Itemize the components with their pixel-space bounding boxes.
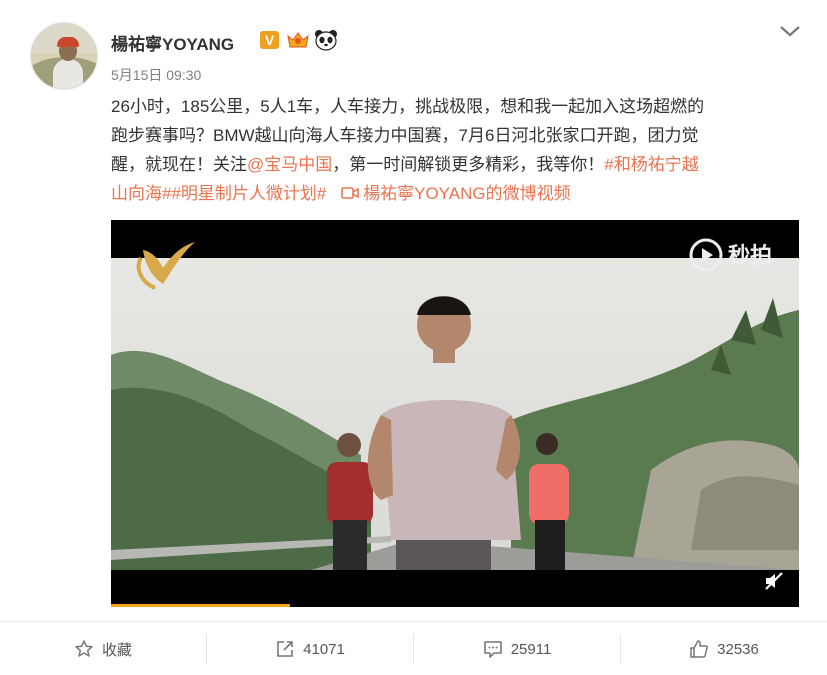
chevron-down-icon[interactable] xyxy=(779,24,801,38)
hashtag-link-2[interactable]: #明星制片人微计划# xyxy=(171,184,326,203)
post-text-segment: 醒，就现在！关注 xyxy=(111,155,247,174)
post-text-line-4: 山向海##明星制片人微计划# 楊祐寧YOYANG的微博视频 xyxy=(111,179,801,208)
hashtag-link-1-cont[interactable]: 山向海# xyxy=(111,184,171,203)
post-text-segment: ，第一时间解锁更多精彩，我等你！ xyxy=(332,155,605,174)
star-icon xyxy=(75,640,93,657)
comment-icon xyxy=(483,641,502,658)
video-frame xyxy=(111,220,799,607)
favorite-button[interactable]: 收藏 xyxy=(0,632,206,666)
video-link-label[interactable]: 楊祐寧YOYANG的微博视频 xyxy=(363,184,570,203)
post-timestamp[interactable]: 5月15日 09:30 xyxy=(111,65,201,85)
mention-link[interactable]: @宝马中国 xyxy=(247,155,332,174)
post-text: 26小时，185公里，5人1车，人车接力，挑战极限，想和我一起加入这场超燃的 跑… xyxy=(111,92,801,208)
miaopai-label: 秒拍 xyxy=(728,243,773,268)
comment-button[interactable]: 25911 xyxy=(414,632,620,666)
video-player[interactable] xyxy=(111,220,799,607)
like-count: 32536 xyxy=(717,640,759,658)
mute-icon[interactable] xyxy=(763,570,785,592)
video-progress-fill xyxy=(111,604,290,607)
post-text-line-2: 跑步赛事吗？BMW越山向海人车接力中国赛，7月6日河北张家口开跑，团力觉 xyxy=(111,126,699,145)
verified-v-icon[interactable]: V xyxy=(260,31,279,49)
repost-button[interactable]: 41071 xyxy=(207,632,413,666)
author-name[interactable]: 楊祐寧YOYANG xyxy=(111,30,234,55)
action-divider xyxy=(0,621,827,622)
video-link-icon xyxy=(341,187,359,199)
panda-icon[interactable] xyxy=(314,29,338,51)
repost-icon xyxy=(277,641,293,657)
like-icon xyxy=(690,640,709,658)
miaopai-logo-icon xyxy=(689,238,723,272)
avatar[interactable] xyxy=(30,22,98,90)
comment-count: 25911 xyxy=(510,640,552,658)
post-text-line-3: 醒，就现在！关注@宝马中国，第一时间解锁更多精彩，我等你！#和杨祐宁越 xyxy=(111,150,801,179)
post-text-line-1: 26小时，185公里，5人1车，人车接力，挑战极限，想和我一起加入这场超燃的 xyxy=(111,97,705,116)
repost-count: 41071 xyxy=(303,640,345,658)
favorite-label: 收藏 xyxy=(101,641,132,659)
video-link[interactable]: 楊祐寧YOYANG的微博视频 xyxy=(341,184,571,203)
weibo-post-card: 楊祐寧YOYANG V 5月15日 09:30 26小时，185公里，5人1车，… xyxy=(0,0,827,675)
like-button[interactable]: 32536 xyxy=(621,632,827,666)
member-crown-icon[interactable] xyxy=(286,30,310,50)
hashtag-link-1[interactable]: #和杨祐宁越 xyxy=(604,155,698,174)
